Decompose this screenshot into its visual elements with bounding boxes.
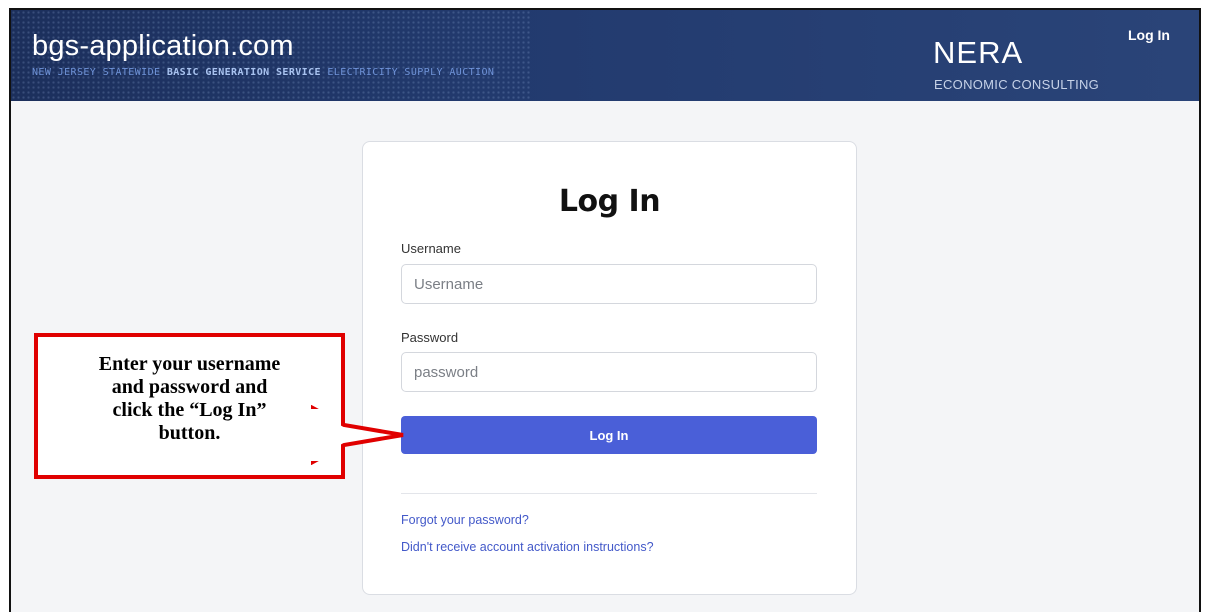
- callout-arrow-icon: [311, 405, 404, 465]
- password-field[interactable]: [401, 352, 817, 392]
- callout-text: Enter your username and password and cli…: [38, 353, 341, 445]
- callout-line: click the “Log In”: [112, 399, 267, 421]
- instruction-callout: Enter your username and password and cli…: [34, 333, 345, 479]
- app-frame: bgs-application.com NEW JERSEY STATEWIDE…: [9, 8, 1201, 612]
- site-header: bgs-application.com NEW JERSEY STATEWIDE…: [11, 10, 1199, 101]
- forgot-password-link[interactable]: Forgot your password?: [401, 513, 529, 527]
- company-logo-name: NERA: [933, 35, 1024, 70]
- header-login-link[interactable]: Log In: [1128, 27, 1170, 43]
- page-title: Log In: [558, 184, 661, 219]
- password-label: Password: [401, 330, 459, 345]
- callout-line: Enter your username: [98, 353, 281, 375]
- site-tagline: NEW JERSEY STATEWIDE BASIC GENERATION SE…: [32, 67, 494, 78]
- login-card: Log In Username Password Log In Forgot y…: [362, 141, 857, 595]
- activation-instructions-link[interactable]: Didn't receive account activation instru…: [401, 540, 654, 554]
- company-logo-subtitle: ECONOMIC CONSULTING: [934, 77, 1100, 92]
- callout-line: button.: [158, 422, 221, 444]
- login-button[interactable]: Log In: [401, 416, 817, 454]
- username-label: Username: [401, 241, 461, 256]
- tagline-part-1: NEW JERSEY STATEWIDE: [32, 67, 167, 78]
- callout-line: and password and: [111, 376, 268, 398]
- site-title[interactable]: bgs-application.com: [32, 30, 294, 63]
- username-field[interactable]: [401, 264, 817, 304]
- tagline-part-2: ELECTRICITY SUPPLY AUCTION: [320, 67, 495, 78]
- divider: [401, 493, 817, 494]
- tagline-bold-part: BASIC GENERATION SERVICE: [166, 67, 321, 78]
